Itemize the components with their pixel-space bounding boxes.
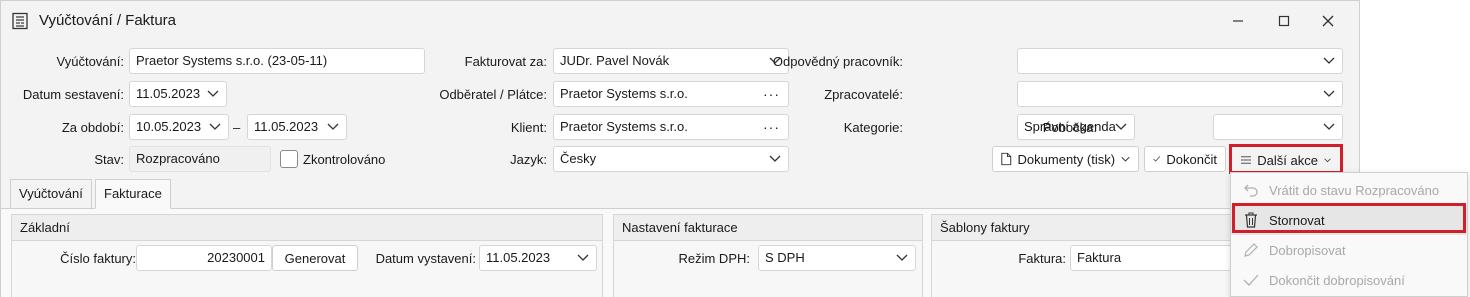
check-icon: [1243, 274, 1259, 286]
title-bar: Vyúčtování / Faktura: [1, 1, 1359, 41]
stornovat-highlight: [1232, 203, 1466, 233]
dokumenty-label: Dokumenty (tisk): [1017, 151, 1116, 167]
zpracovatele-label: Zpracovatelé:: [824, 87, 903, 102]
stav-label: Stav:: [94, 152, 124, 167]
zkontrolovano-checkbox[interactable]: [280, 150, 298, 168]
vyuctovani-field[interactable]: Praetor Systems s.r.o. (23-05-11): [129, 48, 425, 74]
panel-nastaveni-fakturace: Nastavení fakturace Režim DPH: S DPH: [613, 214, 923, 297]
chevron-down-icon: [1323, 90, 1335, 97]
window-title: Vyúčtování / Faktura: [39, 12, 177, 29]
pencil-icon: [1244, 243, 1258, 257]
datum-sestaveni-label: Datum sestavení:: [22, 87, 124, 102]
obdobi-do-value: 11.05.2023: [254, 119, 319, 134]
menu-item-vratit[interactable]: Vrátit do stavu Rozpracováno: [1231, 175, 1467, 205]
minimize-button[interactable]: [1215, 7, 1261, 35]
chevron-down-icon: [327, 123, 339, 130]
dokoncit-label: Dokončit: [1166, 151, 1217, 167]
chevron-down-icon: [209, 123, 221, 130]
datum-vystaveni-field[interactable]: 11.05.2023: [479, 245, 597, 271]
za-obdobi-label: Za období:: [61, 120, 124, 135]
generovat-button[interactable]: Generovat: [272, 245, 358, 271]
close-button[interactable]: [1305, 7, 1351, 35]
obdobi-do-field[interactable]: 11.05.2023: [247, 114, 347, 140]
check-icon: [1153, 156, 1161, 162]
chevron-down-icon: [1323, 123, 1335, 130]
dokoncit-button[interactable]: Dokončit: [1144, 146, 1226, 172]
chevron-down-icon: [896, 254, 908, 261]
fakturovat-za-value: JUDr. Pavel Novák: [560, 53, 670, 68]
klient-field[interactable]: Praetor Systems s.r.o. ···: [553, 114, 789, 140]
odberatel-field[interactable]: Praetor Systems s.r.o. ···: [553, 81, 789, 107]
faktura-label: Faktura:: [1018, 251, 1066, 266]
rezim-dph-label: Režim DPH:: [678, 251, 750, 266]
chevron-down-icon: [769, 155, 781, 162]
more-icon[interactable]: ···: [763, 115, 780, 139]
chevron-down-icon: [1121, 156, 1130, 162]
obdobi-dash: –: [233, 120, 241, 135]
datum-vystaveni-value: 11.05.2023: [486, 250, 551, 265]
pobocka-label: Pobočka:: [1042, 120, 1097, 135]
stav-field: Rozpracováno: [129, 146, 271, 172]
menu-item-dobropisovat-label: Dobropisovat: [1269, 242, 1346, 258]
dalsi-akce-menu: Vrátit do stavu Rozpracováno Stornovat D…: [1230, 172, 1468, 297]
pracovnik-label: Odpovědný pracovník:: [772, 54, 903, 69]
vyuctovani-label: Vyúčtování:: [56, 54, 124, 69]
panel-zakladni-title: Základní: [12, 215, 602, 241]
dalsi-akce-highlight: [1229, 144, 1343, 174]
dokumenty-button[interactable]: Dokumenty (tisk): [992, 146, 1139, 172]
minimize-icon: [1233, 20, 1243, 22]
klient-value: Praetor Systems s.r.o.: [560, 119, 688, 134]
menu-item-dokoncit-dobropisovani[interactable]: Dokončit dobropisování: [1231, 265, 1467, 295]
jazyk-label: Jazyk:: [510, 152, 547, 167]
panel-nastaveni-title: Nastavení fakturace: [614, 215, 922, 241]
datum-sestaveni-field[interactable]: 11.05.2023: [129, 81, 227, 107]
maximize-button[interactable]: [1261, 7, 1307, 35]
chevron-down-icon: [1115, 123, 1127, 130]
chevron-down-icon: [1323, 57, 1335, 64]
pracovnik-select[interactable]: [1017, 48, 1343, 74]
datum-sestaveni-value: 11.05.2023: [136, 86, 201, 101]
menu-item-dobropisovat[interactable]: Dobropisovat: [1231, 235, 1467, 265]
undo-icon: [1244, 184, 1258, 197]
odberatel-value: Praetor Systems s.r.o.: [560, 86, 688, 101]
invoice-window: Vyúčtování / Faktura Vyúčtování: Praetor…: [0, 0, 1360, 297]
obdobi-od-value: 10.05.2023: [136, 119, 202, 134]
panel-zakladni: Základní Číslo faktury: 20230001 Generov…: [11, 214, 603, 297]
obdobi-od-field[interactable]: 10.05.2023: [129, 114, 229, 140]
menu-item-vratit-label: Vrátit do stavu Rozpracováno: [1269, 182, 1440, 198]
jazyk-select[interactable]: Česky: [553, 146, 789, 172]
cislo-faktury-field[interactable]: 20230001: [136, 245, 272, 271]
more-icon[interactable]: ···: [763, 82, 780, 106]
fakturovat-za-label: Fakturovat za:: [464, 54, 547, 69]
close-icon: [1322, 15, 1334, 27]
rezim-dph-value: S DPH: [765, 250, 805, 265]
zpracovatele-select[interactable]: [1017, 81, 1343, 107]
cislo-faktury-label: Číslo faktury:: [60, 251, 136, 266]
pobocka-select[interactable]: [1213, 114, 1343, 140]
odberatel-label: Odběratel / Plátce:: [439, 87, 547, 102]
tab-fakturace[interactable]: Fakturace: [95, 179, 171, 209]
document-icon: [1001, 152, 1012, 166]
chevron-down-icon: [207, 90, 219, 97]
generovat-label: Generovat: [284, 250, 346, 266]
tab-vyuctovani[interactable]: Vyúčtování: [10, 179, 92, 209]
datum-vystaveni-label: Datum vystavení:: [375, 251, 476, 266]
chevron-down-icon: [577, 254, 589, 261]
rezim-dph-select[interactable]: S DPH: [758, 245, 916, 271]
zkontrolovano-label: Zkontrolováno: [303, 152, 386, 167]
kategorie-label: Kategorie:: [843, 120, 903, 135]
fakturovat-za-select[interactable]: JUDr. Pavel Novák: [553, 48, 789, 74]
jazyk-value: Česky: [560, 151, 597, 166]
document-icon: [12, 12, 28, 30]
maximize-icon: [1278, 15, 1290, 27]
klient-label: Klient:: [510, 120, 547, 135]
menu-item-dokoncit-dobropisovani-label: Dokončit dobropisování: [1269, 272, 1405, 288]
